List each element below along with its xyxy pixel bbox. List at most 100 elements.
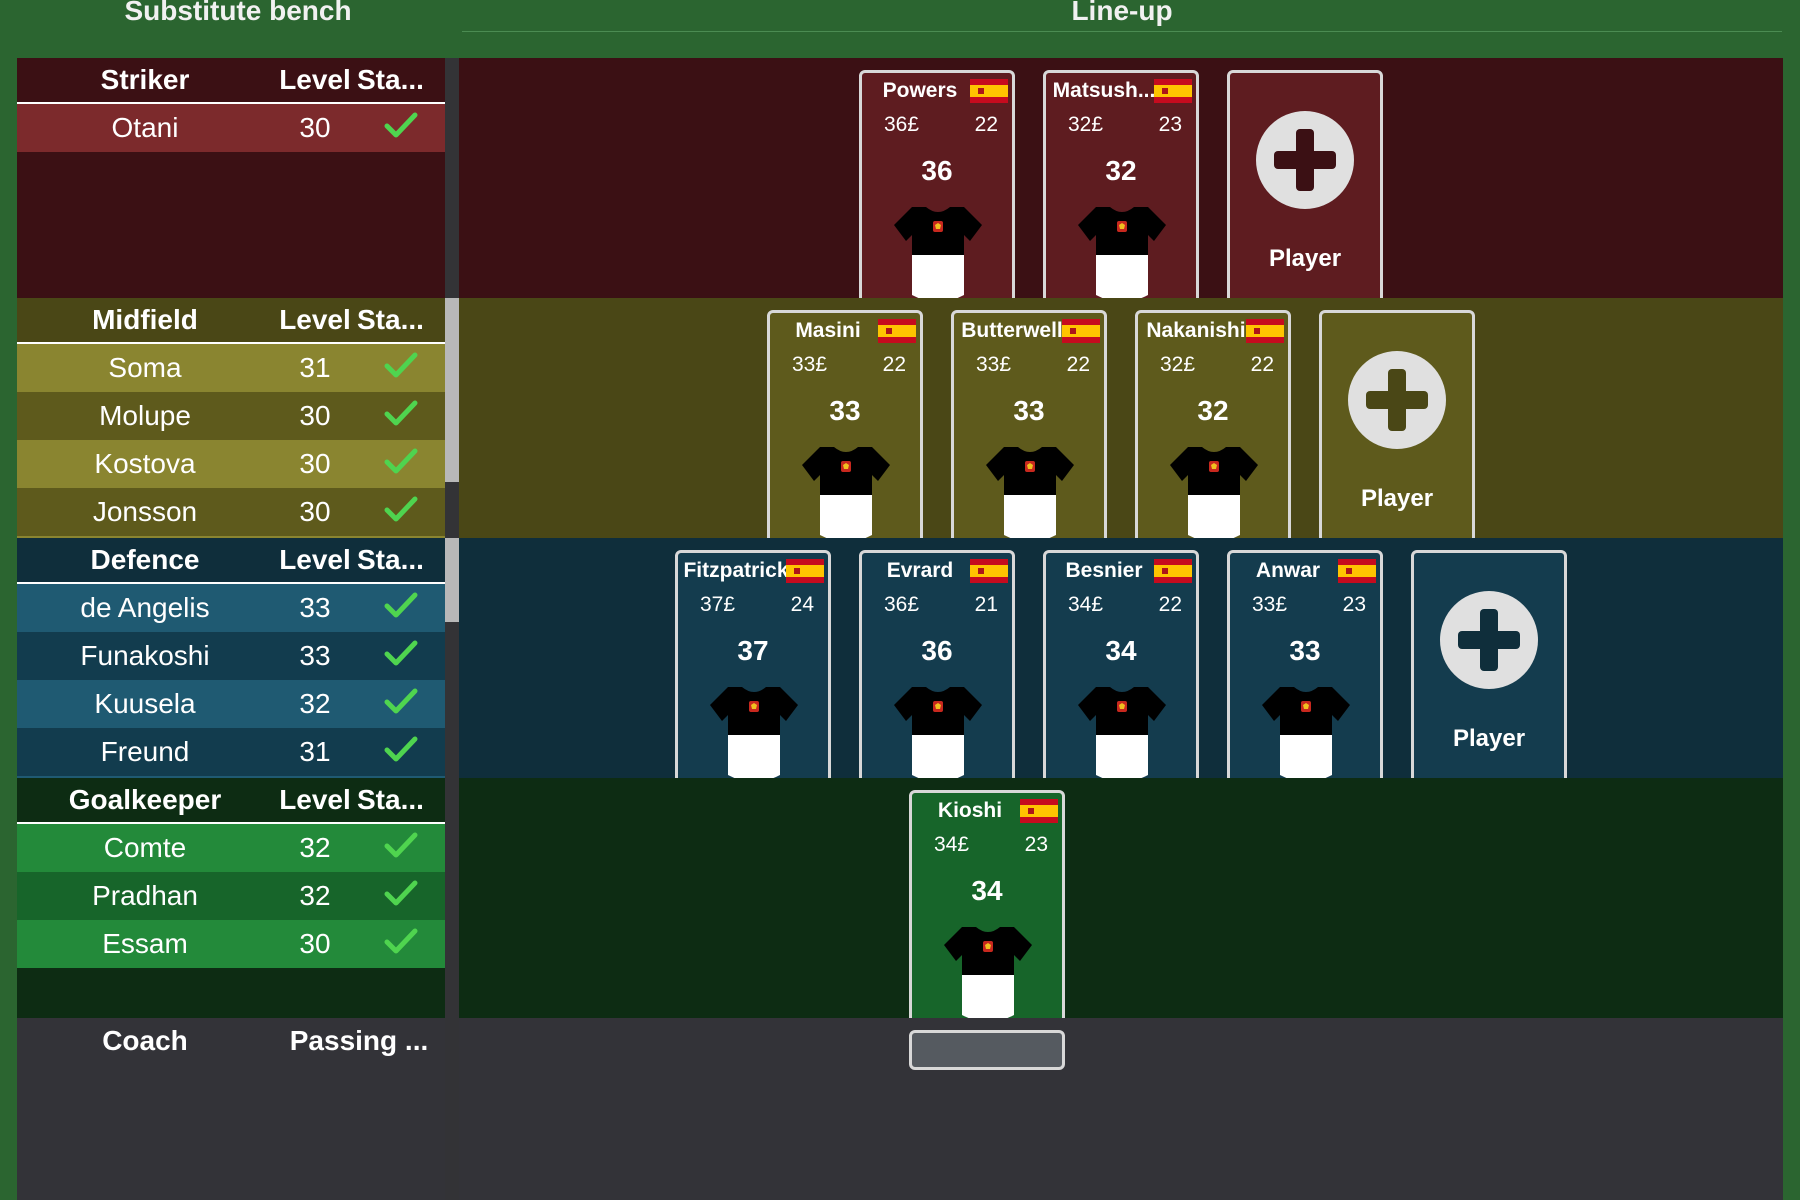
card-player-price: 33£ [792, 353, 828, 376]
column-header-goalkeeper[interactable]: Goalkeeper [17, 784, 273, 816]
card-player-name: Matsush... [1052, 79, 1156, 102]
player-level: 30 [299, 496, 331, 527]
player-card[interactable]: Evrard 36£ 21 36 [859, 550, 1015, 796]
player-card[interactable]: Kioshi 34£ 23 34 [909, 790, 1065, 1036]
column-header-level[interactable]: Level [273, 544, 357, 576]
player-card[interactable]: Anwar 33£ 23 33 [1227, 550, 1383, 796]
add-player-label: Player [1360, 485, 1434, 512]
bench-player-row[interactable]: Essam 30 [17, 920, 445, 968]
column-header-midfield[interactable]: Midfield [17, 304, 273, 336]
spain-flag-icon [1338, 559, 1376, 583]
bench-player-row[interactable]: de Angelis 33 [17, 584, 445, 632]
player-name: Jonsson [92, 496, 198, 527]
player-card[interactable]: Besnier 34£ 22 34 [1043, 550, 1199, 796]
column-header-status[interactable]: Sta... [357, 544, 445, 576]
bench-section-goalkeeper: Goalkeeper Level Sta... Comte 32 Pradhan… [17, 778, 445, 1018]
player-name: Comte [103, 832, 187, 863]
bench-player-row[interactable]: Comte 32 [17, 824, 445, 872]
team-shirt-icon [1170, 447, 1258, 542]
lineup-panel: Powers 36£ 22 36 Matsush... 32£ 23 32 Pl… [459, 58, 1783, 1200]
card-player-price: 33£ [976, 353, 1012, 376]
column-header-status[interactable]: Sta... [357, 64, 445, 96]
bench-player-row[interactable]: Otani 30 [17, 104, 445, 152]
scrollbar-thumb-defence[interactable] [445, 538, 459, 622]
bench-player-row[interactable]: Kostova 30 [17, 440, 445, 488]
column-header-coach[interactable]: Coach [17, 1025, 273, 1057]
player-status [357, 686, 445, 723]
card-player-age: 22 [882, 353, 906, 376]
card-player-name: Besnier [1065, 559, 1143, 582]
card-player-age: 24 [790, 593, 814, 616]
player-card[interactable]: Masini 33£ 22 33 [767, 310, 923, 556]
card-player-name: Fitzpatrick [683, 559, 789, 582]
player-status [357, 350, 445, 387]
lineup-row-midfield: Masini 33£ 22 33 Butterwell 33£ 22 33 Na… [459, 298, 1783, 556]
player-level: 31 [299, 736, 331, 767]
bench-player-row[interactable]: Jonsson 30 [17, 488, 445, 536]
player-card[interactable]: Powers 36£ 22 36 [859, 70, 1015, 316]
bench-player-row[interactable]: Freund 31 [17, 728, 445, 776]
column-header-level[interactable]: Level [273, 784, 357, 816]
column-header-status[interactable]: Sta... [357, 784, 445, 816]
bench-player-row[interactable]: Soma 31 [17, 344, 445, 392]
check-icon [384, 112, 418, 137]
card-player-name: Nakanishi [1146, 319, 1246, 342]
bench-header-goalkeeper: Goalkeeper Level Sta... [17, 778, 445, 824]
column-header-level[interactable]: Level [273, 64, 357, 96]
player-level: 32 [299, 832, 331, 863]
bench-player-row[interactable]: Funakoshi 33 [17, 632, 445, 680]
card-player-price: 37£ [700, 593, 736, 616]
team-shirt-icon [894, 207, 982, 302]
add-player-label: Player [1268, 245, 1342, 272]
card-player-rating: 34 [1105, 635, 1137, 666]
column-header-level[interactable]: Level [273, 304, 357, 336]
card-player-name: Evrard [886, 559, 954, 582]
check-icon [384, 496, 418, 521]
spain-flag-icon [786, 559, 824, 583]
player-name: Funakoshi [80, 640, 210, 671]
card-player-rating: 32 [1105, 155, 1137, 186]
player-status [357, 398, 445, 435]
card-player-name: Anwar [1255, 559, 1321, 582]
column-header-defence[interactable]: Defence [17, 544, 273, 576]
column-header-striker[interactable]: Striker [17, 64, 273, 96]
add-player-button[interactable]: Player [1319, 310, 1475, 556]
plus-circle-icon [1440, 591, 1538, 689]
player-name: de Angelis [80, 592, 210, 623]
card-player-price: 32£ [1160, 353, 1196, 376]
substitute-bench-panel: Striker Level Sta... Otani 30 Midfield L… [17, 58, 445, 1200]
lineup-row-striker: Powers 36£ 22 36 Matsush... 32£ 23 32 Pl… [459, 58, 1783, 316]
player-card[interactable]: Matsush... 32£ 23 32 [1043, 70, 1199, 316]
card-player-price: 34£ [934, 833, 970, 856]
player-level: 31 [299, 352, 331, 383]
column-header-status[interactable]: Sta... [357, 304, 445, 336]
card-player-name: Masini [795, 319, 861, 342]
player-status [357, 878, 445, 915]
add-player-button[interactable]: Player [1411, 550, 1567, 796]
card-player-age: 23 [1158, 113, 1182, 136]
spain-flag-icon [1246, 319, 1284, 343]
player-status [357, 110, 445, 147]
plus-circle-icon [1256, 111, 1354, 209]
team-shirt-icon [802, 447, 890, 542]
player-card[interactable]: Nakanishi 32£ 22 32 [1135, 310, 1291, 556]
card-player-rating: 36 [921, 635, 953, 666]
bench-player-row[interactable]: Molupe 30 [17, 392, 445, 440]
card-player-age: 22 [1066, 353, 1090, 376]
plus-circle-icon [1348, 351, 1446, 449]
scrollbar-thumb-midfield[interactable] [445, 298, 459, 482]
add-player-button[interactable]: Player [1227, 70, 1383, 316]
player-level: 33 [299, 592, 331, 623]
panel-divider [445, 58, 459, 1200]
bench-player-row[interactable]: Pradhan 32 [17, 872, 445, 920]
bench-player-row[interactable]: Kuusela 32 [17, 680, 445, 728]
player-card[interactable]: Fitzpatrick 37£ 24 37 [675, 550, 831, 796]
check-icon [384, 736, 418, 761]
player-name: Pradhan [92, 880, 198, 911]
player-status [357, 734, 445, 771]
coach-card[interactable] [909, 1030, 1065, 1070]
card-player-price: 36£ [884, 113, 920, 136]
column-header-passing[interactable]: Passing ... [273, 1025, 445, 1057]
check-icon [384, 352, 418, 377]
player-card[interactable]: Butterwell 33£ 22 33 [951, 310, 1107, 556]
